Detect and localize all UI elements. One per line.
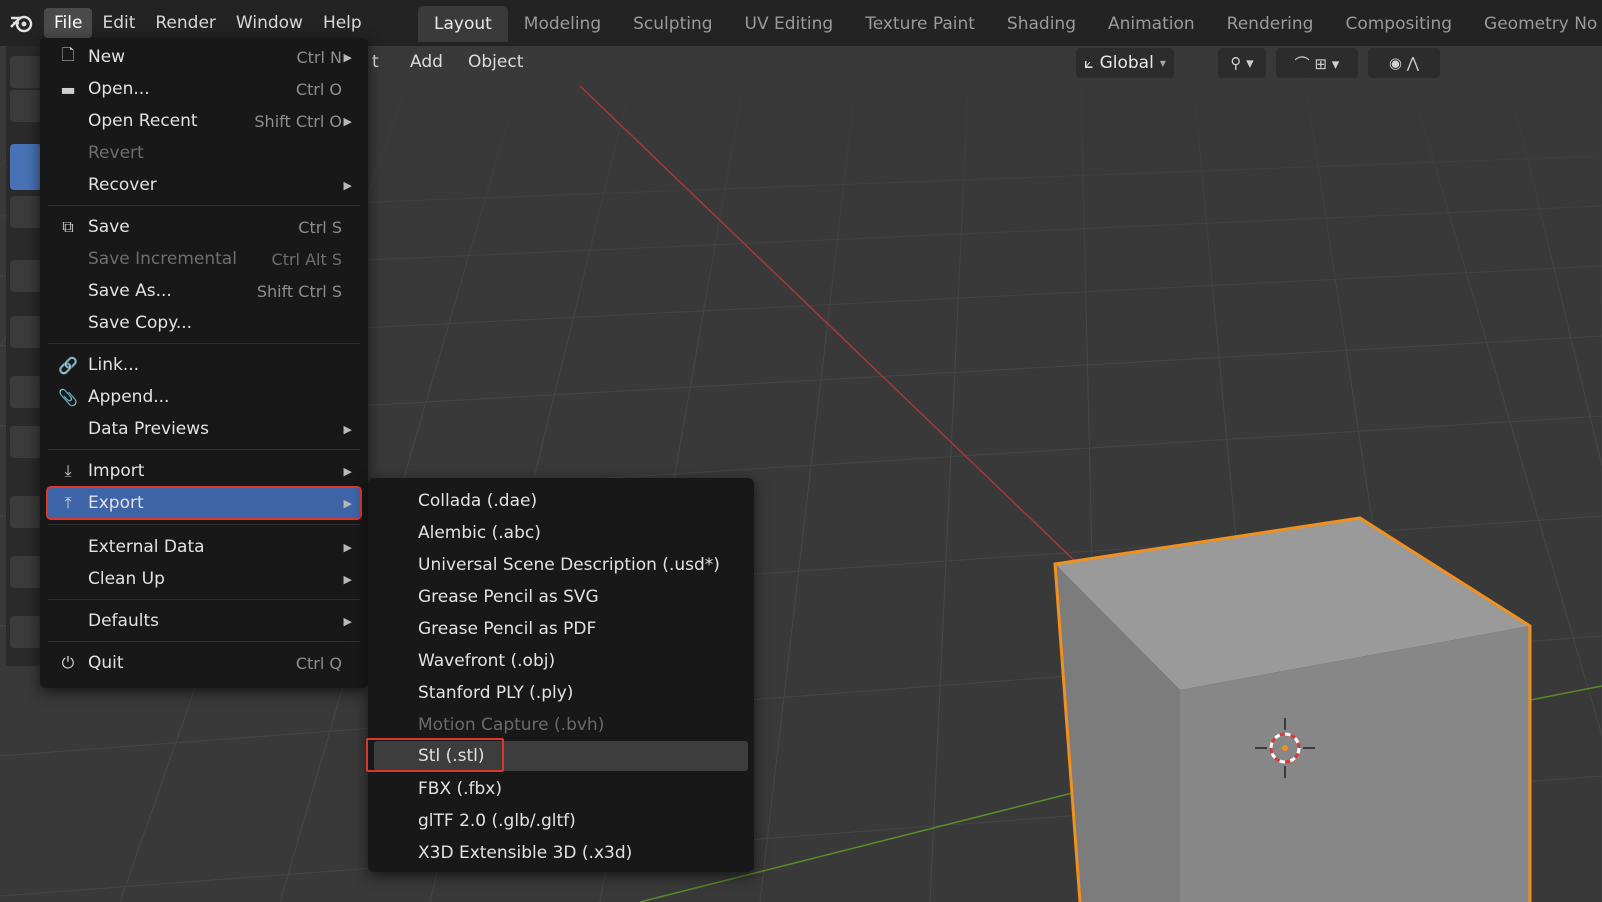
pivot-icon: ⚲ ▾: [1230, 54, 1254, 72]
submenu-arrow-icon: ▶: [343, 50, 352, 64]
transform-orientation-dropdown[interactable]: ⟀ Global ▾: [1076, 48, 1174, 78]
export-wavefront-obj[interactable]: Wavefront (.obj): [374, 646, 748, 676]
transform-tool[interactable]: [10, 376, 42, 408]
menu-item-revert: Revert: [88, 143, 144, 163]
measure-tool[interactable]: [10, 496, 42, 528]
export-motion-capture-bvh: Motion Capture (.bvh): [418, 715, 605, 735]
export-usd[interactable]: Universal Scene Description (.usd*): [374, 550, 748, 580]
save-icon: ⧉: [62, 217, 74, 236]
menu-item-open-recent[interactable]: Open Recent Shift Ctrl O ▶: [48, 106, 360, 136]
viewport-menu-partial[interactable]: t: [372, 52, 379, 72]
scale-tool[interactable]: [10, 316, 42, 348]
power-icon: ⏻: [61, 653, 75, 672]
new-file-icon: 🗋: [61, 44, 75, 64]
menu-divider: [48, 449, 360, 450]
export-icon: ⤒: [64, 493, 72, 512]
rotate-tool[interactable]: [10, 260, 42, 292]
magnet-icon: ⌒ ⊞ ▾: [1294, 54, 1340, 73]
chevron-down-icon: ▾: [1159, 56, 1166, 70]
submenu-arrow-icon: ▶: [343, 572, 352, 586]
export-stanford-ply[interactable]: Stanford PLY (.ply): [374, 678, 748, 708]
move-tool[interactable]: [10, 196, 42, 228]
menu-item-defaults[interactable]: Defaults ▶: [48, 606, 360, 636]
menu-item-import[interactable]: ⤓ Import ▶: [48, 456, 360, 486]
submenu-arrow-icon: ▶: [343, 540, 352, 554]
menu-divider: [48, 599, 360, 600]
export-submenu: Collada (.dae) Alembic (.abc) Universal …: [368, 478, 754, 872]
menu-divider: [48, 343, 360, 344]
add-menu[interactable]: Add: [410, 52, 443, 72]
file-menu-button[interactable]: File: [44, 8, 93, 38]
menu-item-quit[interactable]: ⏻ Quit Ctrl Q: [48, 648, 360, 678]
paperclip-icon: 📎: [58, 387, 78, 407]
add-object-tool[interactable]: [10, 616, 42, 648]
submenu-arrow-icon: ▶: [343, 422, 352, 436]
menu-item-save-incremental: Save Incremental Ctrl Alt S: [88, 249, 342, 269]
export-x3d[interactable]: X3D Extensible 3D (.x3d): [374, 838, 748, 868]
export-collada[interactable]: Collada (.dae): [374, 486, 748, 516]
proportional-editing-toggle[interactable]: ◉ ⋀: [1368, 48, 1440, 78]
blender-logo-icon[interactable]: [0, 0, 44, 46]
tab-rendering[interactable]: Rendering: [1211, 6, 1330, 42]
menu-divider: [48, 524, 360, 525]
submenu-arrow-icon: ▶: [343, 464, 352, 478]
help-menu-button[interactable]: Help: [313, 8, 372, 38]
file-menu-dropdown: 🗋 New Ctrl N ▶ ▬ Open... Ctrl O Open Rec…: [40, 38, 368, 688]
tab-geometry-nodes[interactable]: Geometry No: [1468, 6, 1602, 42]
add-cube-tool[interactable]: [10, 556, 42, 588]
tab-sculpting[interactable]: Sculpting: [617, 6, 728, 42]
menu-item-save-copy[interactable]: Save Copy...: [48, 308, 360, 338]
proportional-icon: ◉ ⋀: [1388, 54, 1420, 72]
tab-animation[interactable]: Animation: [1092, 6, 1211, 42]
submenu-arrow-icon: ▶: [343, 496, 352, 510]
window-menu-button[interactable]: Window: [226, 8, 313, 38]
orientation-axes-icon: ⟀: [1084, 53, 1094, 72]
tab-layout[interactable]: Layout: [418, 6, 508, 42]
menu-divider: [48, 205, 360, 206]
tab-shading[interactable]: Shading: [991, 6, 1092, 42]
workspace-tabs: Layout Modeling Sculpting UV Editing Tex…: [418, 6, 1602, 42]
menu-item-data-previews[interactable]: Data Previews ▶: [48, 414, 360, 444]
cursor-tool[interactable]: [10, 144, 42, 190]
object-menu[interactable]: Object: [468, 52, 523, 72]
submenu-arrow-icon: ▶: [343, 114, 352, 128]
menu-item-append[interactable]: 📎 Append...: [48, 382, 360, 412]
stl-highlight-outline: [366, 738, 504, 772]
tab-uv-editing[interactable]: UV Editing: [729, 6, 850, 42]
tab-modeling[interactable]: Modeling: [508, 6, 617, 42]
tool-shelf: [6, 46, 42, 666]
export-gltf[interactable]: glTF 2.0 (.glb/.gltf): [374, 806, 748, 836]
select-box-tool[interactable]: [10, 56, 42, 88]
menu-item-new[interactable]: 🗋 New Ctrl N ▶: [48, 42, 360, 72]
render-menu-button[interactable]: Render: [145, 8, 226, 38]
menu-item-recover[interactable]: Recover ▶: [48, 170, 360, 200]
menu-item-save-as[interactable]: Save As... Shift Ctrl S: [48, 276, 360, 306]
orientation-label: Global: [1099, 53, 1154, 73]
export-alembic[interactable]: Alembic (.abc): [374, 518, 748, 548]
menu-item-export[interactable]: ⤒ Export ▶: [46, 486, 362, 520]
tab-texture-paint[interactable]: Texture Paint: [849, 6, 991, 42]
submenu-arrow-icon: ▶: [343, 614, 352, 628]
menu-item-save[interactable]: ⧉ Save Ctrl S: [48, 212, 360, 242]
link-icon: 🔗: [58, 355, 78, 375]
snapping-toggle[interactable]: ⌒ ⊞ ▾: [1276, 48, 1358, 78]
export-grease-pencil-svg[interactable]: Grease Pencil as SVG: [374, 582, 748, 612]
export-fbx[interactable]: FBX (.fbx): [374, 774, 748, 804]
export-grease-pencil-pdf[interactable]: Grease Pencil as PDF: [374, 614, 748, 644]
edit-menu-button[interactable]: Edit: [92, 8, 145, 38]
menu-item-open[interactable]: ▬ Open... Ctrl O: [48, 74, 360, 104]
folder-icon: ▬: [60, 79, 76, 99]
annotate-tool[interactable]: [10, 426, 42, 458]
menu-item-clean-up[interactable]: Clean Up ▶: [48, 564, 360, 594]
pivot-point-dropdown[interactable]: ⚲ ▾: [1218, 48, 1266, 78]
submenu-arrow-icon: ▶: [343, 178, 352, 192]
tab-compositing[interactable]: Compositing: [1329, 6, 1468, 42]
menu-divider: [48, 641, 360, 642]
import-icon: ⤓: [64, 461, 72, 480]
menu-item-link[interactable]: 🔗 Link...: [48, 350, 360, 380]
menu-item-external-data[interactable]: External Data ▶: [48, 532, 360, 562]
select-lasso-tool[interactable]: [10, 90, 42, 122]
